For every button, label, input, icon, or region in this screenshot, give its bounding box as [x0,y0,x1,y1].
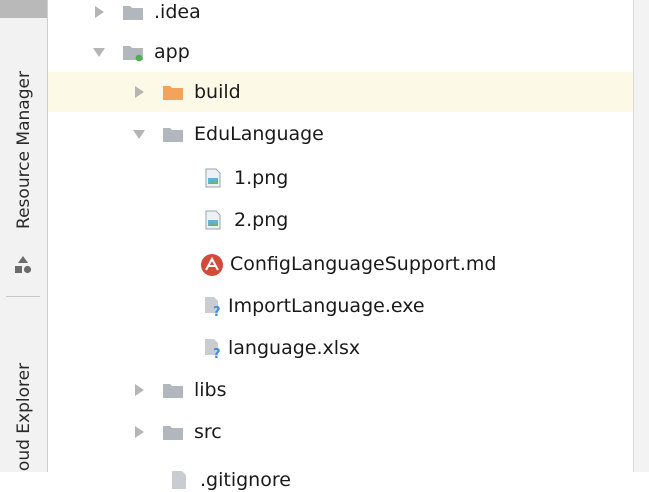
tool-strip-divider [6,296,40,297]
tree-item-language-xlsx[interactable]: ? language.xlsx [48,328,633,368]
chevron-right-icon[interactable] [128,380,150,400]
chevron-right-icon[interactable] [128,82,150,102]
resource-manager-icon[interactable] [12,254,34,276]
tool-strip-top-block [0,0,47,18]
tree-item-label: build [194,81,241,103]
chevron-down-icon[interactable] [128,124,150,144]
tree-item-app[interactable]: app [48,32,633,72]
module-folder-icon [122,41,144,63]
tree-item-label: app [154,41,190,63]
markdown-file-icon [200,253,223,276]
unknown-file-icon: ? [202,295,224,317]
tree-item-label: .idea [154,1,201,23]
tree-item-label: ConfigLanguageSupport.md [230,253,497,275]
image-file-icon [202,167,224,189]
text-file-icon [168,469,190,491]
folder-icon [122,1,144,23]
folder-icon [162,421,184,443]
tree-item-label: ImportLanguage.exe [228,295,425,317]
chevron-right-icon[interactable] [88,2,110,22]
svg-text:?: ? [213,305,221,317]
tree-item-1-png[interactable]: 1.png [48,158,633,198]
chevron-down-icon[interactable] [88,42,110,62]
folder-orange-icon [162,81,184,103]
right-scroll-strip[interactable] [633,0,649,472]
tree-item-edulanguage[interactable]: EduLanguage [48,114,633,154]
unknown-file-icon: ? [202,337,224,359]
image-file-icon [202,209,224,231]
project-tree: .idea app build EduLanguage 1.png 2.png … [48,0,633,491]
left-tool-strip: Resource Manager oud Explorer [0,0,48,472]
cloud-explorer-label: oud Explorer [13,363,34,472]
svg-text:?: ? [213,347,221,359]
tree-item-label: libs [194,379,227,401]
tree-item-2-png[interactable]: 2.png [48,200,633,240]
tree-item-label: EduLanguage [194,123,324,145]
tree-item-gitignore[interactable]: .gitignore [48,452,633,492]
tree-item-config-language-support-md[interactable]: ConfigLanguageSupport.md [48,244,633,284]
cloud-explorer-tab[interactable]: oud Explorer [0,312,47,482]
tree-item-label: src [194,421,222,443]
tree-item-import-language-exe[interactable]: ? ImportLanguage.exe [48,286,633,326]
tree-item-build[interactable]: build [48,72,633,112]
tree-item-label: language.xlsx [228,337,361,359]
chevron-right-icon[interactable] [128,422,150,442]
resource-manager-tab[interactable]: Resource Manager [0,40,47,260]
folder-icon [162,379,184,401]
tree-item-label: 2.png [234,209,289,231]
tree-item-label: 1.png [234,167,289,189]
folder-icon [162,123,184,145]
tree-item-idea[interactable]: .idea [48,0,633,32]
tree-item-label: .gitignore [200,469,291,491]
tree-item-src[interactable]: src [48,412,633,452]
tree-item-libs[interactable]: libs [48,370,633,410]
resource-manager-label: Resource Manager [13,71,34,229]
